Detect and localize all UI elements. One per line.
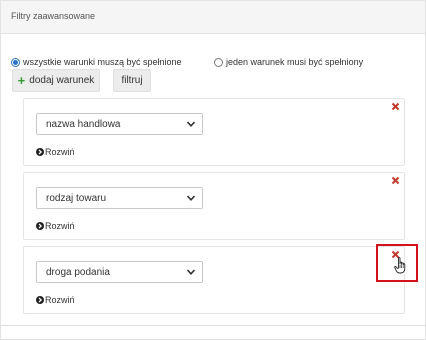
expand-link[interactable]: Rozwiń [36, 295, 75, 305]
radio-unselected-icon[interactable] [214, 57, 223, 67]
expand-label: Rozwiń [45, 147, 75, 157]
condition-field-select[interactable]: nazwa handlowa [36, 113, 203, 135]
radio-selected-icon[interactable] [11, 57, 20, 67]
expand-link[interactable]: Rozwiń [36, 221, 75, 231]
match-all-radio[interactable]: wszystkie warunki muszą być spełnione [11, 57, 182, 67]
condition-card: droga podania Rozwiń [23, 246, 405, 314]
match-any-radio[interactable]: jeden warunek musi być spełniony [214, 57, 363, 67]
add-condition-button[interactable]: + dodaj warunek [12, 69, 100, 92]
circle-arrow-right-icon [36, 296, 44, 304]
circle-arrow-right-icon [36, 148, 44, 156]
condition-field-select[interactable]: rodzaj towaru [36, 187, 203, 209]
panel-title: Filtry zaawansowane [1, 1, 425, 34]
chevron-down-icon [186, 269, 196, 275]
expand-label: Rozwiń [45, 221, 75, 231]
condition-card: rodzaj towaru Rozwiń [23, 172, 405, 240]
condition-field-value: droga podania [46, 266, 110, 278]
match-all-label: wszystkie warunki muszą być spełnione [23, 57, 182, 67]
chevron-down-icon [186, 121, 196, 127]
close-icon[interactable] [391, 102, 400, 111]
circle-arrow-right-icon [36, 222, 44, 230]
add-condition-label: dodaj warunek [29, 75, 95, 86]
hand-pointer-icon [394, 257, 406, 274]
match-any-label: jeden warunek musi być spełniony [226, 57, 364, 67]
advanced-filters-panel: Filtry zaawansowane wszystkie warunki mu… [0, 0, 426, 340]
chevron-down-icon [186, 195, 196, 201]
expand-link[interactable]: Rozwiń [36, 147, 75, 157]
condition-field-value: nazwa handlowa [46, 118, 121, 130]
close-icon[interactable] [391, 176, 400, 185]
plus-icon: + [17, 73, 26, 88]
condition-card: nazwa handlowa Rozwiń [23, 98, 405, 166]
condition-field-value: rodzaj towaru [46, 192, 107, 204]
filter-button[interactable]: filtruj [113, 69, 151, 92]
divider [1, 325, 426, 326]
condition-field-select[interactable]: droga podania [36, 261, 203, 283]
expand-label: Rozwiń [45, 295, 75, 305]
